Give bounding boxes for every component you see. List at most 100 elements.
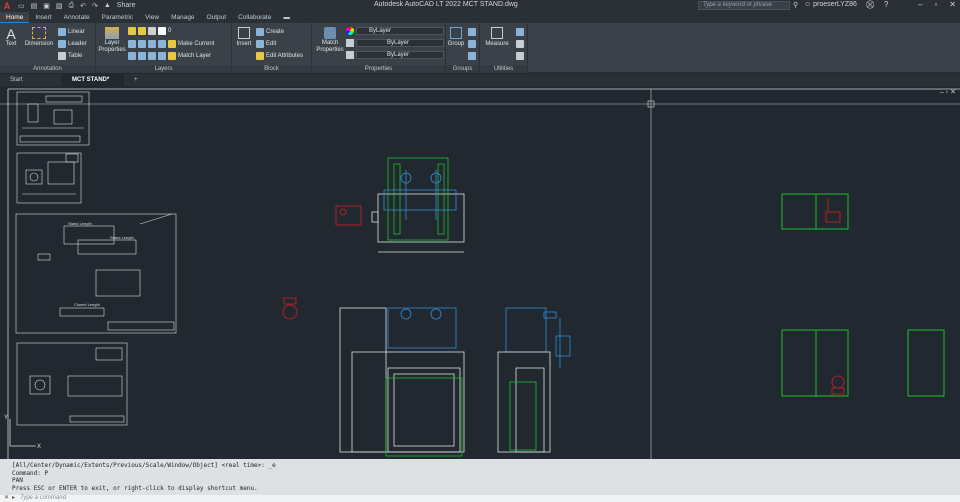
tab-collaborate[interactable]: Collaborate: [232, 12, 277, 23]
lock-icon: [148, 27, 156, 35]
layers-panel: Layer Properties 0 Make Current Match La…: [96, 23, 232, 73]
block-panel: Insert Create Edit Edit Attributes Block: [232, 23, 312, 73]
quick-select-icon[interactable]: [516, 28, 524, 36]
red-component-2: [282, 297, 298, 320]
right-green-box-1: [781, 193, 849, 230]
linetype-select[interactable]: ByLayer: [356, 39, 444, 47]
calculator-icon[interactable]: [516, 52, 524, 60]
redo-icon[interactable]: ↷: [92, 2, 98, 10]
stand-side-view: [497, 307, 571, 453]
create-block-button[interactable]: Create: [256, 28, 284, 36]
linear-button[interactable]: Linear: [58, 28, 85, 36]
leader-button[interactable]: Leader: [58, 40, 87, 48]
cart-icon[interactable]: ⛒: [866, 0, 874, 10]
table-icon: [58, 52, 66, 60]
command-input-placeholder: Type a command: [20, 495, 66, 501]
block-panel-title[interactable]: Block: [232, 65, 311, 73]
match-properties-icon: [324, 27, 336, 39]
text-button[interactable]: A Text: [2, 27, 20, 48]
match-properties-button[interactable]: Match Properties: [316, 27, 344, 54]
group-select-icon[interactable]: [468, 52, 476, 60]
tab-start[interactable]: Start: [0, 74, 62, 86]
group-edit-icon[interactable]: [468, 40, 476, 48]
tab-mct-stand[interactable]: MCT STAND* ✕: [62, 74, 124, 95]
user-account[interactable]: ☺ proeserLYZ86: [804, 1, 857, 8]
select-all-icon[interactable]: [516, 40, 524, 48]
share-icon[interactable]: ▲: [104, 2, 111, 10]
maximize-icon[interactable]: ▫: [934, 0, 937, 9]
tab-output[interactable]: Output: [201, 12, 233, 23]
group-icon: [450, 27, 462, 39]
save-as-icon[interactable]: ▧: [56, 2, 63, 10]
measure-button[interactable]: Measure: [482, 27, 512, 48]
search-icon[interactable]: ⚲: [793, 1, 798, 9]
command-input[interactable]: ✕ ▸ Type a command: [0, 495, 960, 502]
open-icon[interactable]: ▤: [31, 2, 38, 10]
dimension-button[interactable]: Dimension: [22, 27, 56, 48]
right-green-box-2: [781, 329, 849, 397]
color-select[interactable]: ByLayer: [356, 27, 444, 35]
layer-properties-button[interactable]: Layer Properties: [98, 27, 126, 54]
table-button[interactable]: Table: [58, 52, 82, 60]
drawing-canvas[interactable]: – ▫ ✕ Stand Length Stand Length Closed L…: [0, 86, 960, 459]
tab-manage[interactable]: Manage: [165, 12, 201, 23]
ribbon-tabs: Home Insert Annotate Parametric View Man…: [0, 12, 960, 23]
sheet-thumbnail-1: [16, 91, 90, 146]
make-current-button[interactable]: Make Current: [128, 40, 214, 48]
dimension-label-3: Closed Length: [74, 302, 100, 307]
user-icon: ☺: [804, 1, 814, 8]
edit-block-button[interactable]: Edit: [256, 40, 276, 48]
undo-icon[interactable]: ↶: [80, 2, 86, 10]
tab-parametric[interactable]: Parametric: [96, 12, 139, 23]
stand-front-view: [339, 307, 465, 457]
minimize-icon[interactable]: –: [918, 0, 922, 9]
utilities-panel: Measure Utilities: [480, 23, 528, 73]
text-icon: A: [6, 26, 16, 42]
color-wheel-icon: [346, 27, 354, 35]
close-icon[interactable]: ✕: [949, 0, 956, 9]
make-current-icon: [168, 40, 176, 48]
groups-panel-title[interactable]: Groups: [446, 65, 479, 73]
insert-button[interactable]: Insert: [234, 27, 254, 48]
save-icon[interactable]: ▣: [43, 2, 50, 10]
viewport-controls[interactable]: – ▫ ✕: [940, 88, 956, 96]
command-close-icon[interactable]: ✕: [4, 495, 9, 502]
tab-insert[interactable]: Insert: [29, 12, 57, 23]
ribbon-toggle-icon[interactable]: ▬: [277, 12, 296, 23]
ungroup-icon[interactable]: [468, 28, 476, 36]
layers-panel-title[interactable]: Layers: [96, 65, 231, 73]
search-input[interactable]: Type a keyword or phrase: [698, 1, 790, 10]
ribbon: A Text Dimension Linear Leader Table Ann…: [0, 23, 960, 73]
edit-icon: [256, 40, 264, 48]
edit-attributes-button[interactable]: Edit Attributes: [256, 52, 303, 60]
quick-access-toolbar: ▭ ▤ ▣ ▧ ⎙ ↶ ↷ ▲ Share: [18, 2, 135, 10]
tab-home[interactable]: Home: [0, 12, 30, 23]
sheet-thumbnail-4: [16, 342, 128, 426]
layer-state-icons[interactable]: 0: [128, 27, 171, 35]
annotation-panel-title[interactable]: Annotation: [0, 65, 95, 73]
group-button[interactable]: Group: [447, 27, 465, 48]
help-icon[interactable]: ?: [884, 0, 888, 9]
red-component-1: [335, 205, 362, 226]
window-title: Autodesk AutoCAD LT 2022 MCT STAND.dwg: [374, 1, 518, 8]
command-history-line-1: [All/Center/Dynamic/Extents/Previous/Sca…: [12, 462, 276, 469]
match-layer-button[interactable]: Match Layer: [128, 52, 211, 60]
command-history-line-2: Command: P: [12, 469, 49, 477]
stand-top-view: [371, 157, 465, 253]
tab-view[interactable]: View: [139, 12, 165, 23]
new-tab-icon[interactable]: +: [124, 74, 148, 86]
sheet-thumbnail-3: [15, 213, 177, 334]
properties-panel-title[interactable]: Properties: [312, 65, 445, 73]
window-controls: – ▫ ✕: [918, 0, 956, 9]
new-icon[interactable]: ▭: [18, 2, 25, 10]
share-button[interactable]: Share: [117, 2, 136, 10]
app-logo-icon[interactable]: A: [0, 0, 14, 12]
tab-annotate[interactable]: Annotate: [58, 12, 96, 23]
color-swatch-icon: [158, 27, 166, 35]
groups-panel: Group Groups: [446, 23, 480, 73]
utilities-panel-title[interactable]: Utilities: [480, 65, 527, 73]
lineweight-select[interactable]: ByLayer: [356, 51, 444, 59]
right-green-box-3: [907, 329, 945, 397]
print-icon[interactable]: ⎙: [69, 2, 75, 10]
command-history-line-3: PAN: [12, 477, 23, 484]
